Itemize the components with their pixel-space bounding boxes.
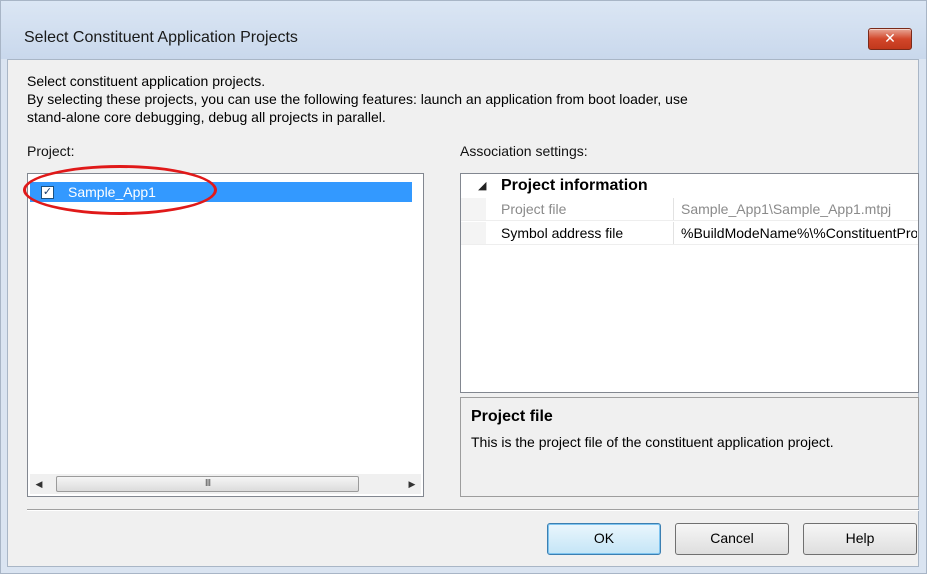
description-line-2: By selecting these projects, you can use…: [27, 91, 688, 107]
dialog-title: Select Constituent Application Projects: [24, 29, 298, 46]
scroll-right-button[interactable]: ▶: [403, 474, 421, 494]
cancel-button[interactable]: Cancel: [675, 523, 789, 555]
property-grid[interactable]: ◢ Project information Project file Sampl…: [460, 173, 919, 393]
row-gutter: [461, 222, 486, 244]
property-description-panel: Project file This is the project file of…: [460, 397, 919, 497]
annotation-circle: [23, 165, 217, 215]
property-key: Project file: [501, 201, 567, 217]
property-description-title: Project file: [471, 408, 553, 425]
chevron-left-icon: ◀: [35, 479, 43, 489]
property-row-project-file[interactable]: Project file Sample_App1\Sample_App1.mtp…: [461, 198, 918, 221]
project-list[interactable]: ✓ Sample_App1 ◀ III ▶: [27, 173, 424, 497]
association-settings-label: Association settings:: [460, 143, 588, 159]
property-value: Sample_App1\Sample_App1.mtpj: [681, 201, 892, 217]
button-separator: [27, 509, 919, 511]
project-label: Project:: [27, 143, 75, 159]
collapse-icon[interactable]: ◢: [478, 179, 486, 192]
property-description-text: This is the project file of the constitu…: [471, 434, 834, 450]
scroll-thumb[interactable]: III: [56, 476, 359, 492]
property-key: Symbol address file: [501, 225, 624, 241]
help-button[interactable]: Help: [803, 523, 917, 555]
description-line-3: stand-alone core debugging, debug all pr…: [27, 109, 386, 125]
column-divider: [673, 222, 674, 244]
column-divider: [673, 198, 674, 220]
row-gutter: [461, 198, 486, 220]
description-line-1: Select constituent application projects.: [27, 73, 266, 89]
ok-button[interactable]: OK: [547, 523, 661, 555]
scroll-left-button[interactable]: ◀: [30, 474, 48, 494]
close-button[interactable]: ✕: [868, 28, 912, 50]
dialog-window: Select Constituent Application Projects …: [0, 0, 927, 574]
title-bar[interactable]: Select Constituent Application Projects …: [1, 1, 926, 59]
horizontal-scrollbar[interactable]: ◀ III ▶: [30, 474, 421, 494]
category-label: Project information: [501, 177, 648, 194]
property-row-symbol-address-file[interactable]: Symbol address file %BuildModeName%\%Con…: [461, 222, 918, 245]
property-value[interactable]: %BuildModeName%\%ConstituentProject%: [681, 225, 917, 241]
chevron-right-icon: ▶: [408, 479, 416, 489]
close-icon: ✕: [884, 30, 896, 46]
category-project-information[interactable]: ◢ Project information: [461, 174, 918, 198]
